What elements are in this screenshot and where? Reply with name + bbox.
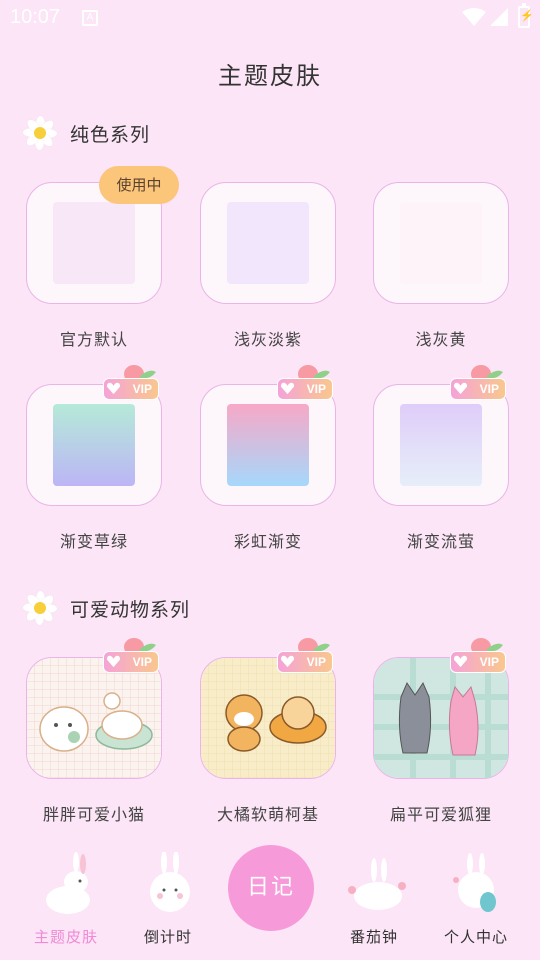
theme-label: 浅灰黄 (415, 330, 467, 349)
nav-item-profile[interactable]: 个人中心 (422, 840, 530, 960)
signal-icon (490, 8, 508, 26)
nav-item-countdown[interactable]: 倒计时 (114, 840, 222, 960)
nav-item-pomodoro[interactable]: 番茄钟 (320, 840, 428, 960)
daisy-icon (22, 590, 58, 626)
status-time: 10:07 (10, 6, 61, 28)
wifi-icon (462, 8, 486, 26)
theme-card-light-gray-yellow[interactable] (373, 182, 511, 306)
diary-button[interactable]: 日记 (228, 845, 314, 931)
theme-label: 胖胖可爱小猫 (42, 805, 145, 824)
vip-badge: VIP (102, 364, 162, 406)
heart-icon (453, 382, 468, 395)
theme-card-flat-foxes[interactable]: VIP (373, 638, 511, 781)
section-header-animals: 可爱动物系列 (22, 588, 190, 628)
section-header-solid: 纯色系列 (22, 113, 150, 153)
theme-label: 扁平可爱狐狸 (389, 805, 492, 824)
notification-icon: A (82, 10, 98, 26)
theme-card-light-gray-purple[interactable] (200, 182, 338, 306)
nav-label: 倒计时 (143, 928, 192, 946)
rabbit-icon (453, 853, 496, 912)
theme-label: 彩虹渐变 (233, 532, 302, 551)
theme-label: 浅灰淡紫 (233, 330, 302, 349)
theme-card-rainbow-gradient[interactable]: VIP (200, 365, 338, 508)
heart-icon (106, 655, 121, 668)
theme-label: 渐变流萤 (406, 532, 475, 551)
heart-icon (106, 382, 121, 395)
battery-icon: ⚡ (518, 3, 534, 28)
vip-badge: VIP (449, 364, 509, 406)
nav-label: 主题皮肤 (33, 928, 98, 946)
status-bar: 10:07 A ⚡ (0, 0, 540, 36)
vip-badge: VIP (276, 364, 336, 406)
page-title: 主题皮肤 (218, 62, 322, 90)
color-swatch (227, 202, 309, 284)
nav-item-theme-skin[interactable]: 主题皮肤 (12, 840, 120, 960)
daisy-center (34, 127, 46, 139)
vip-badge: VIP (276, 637, 336, 679)
color-swatch (400, 404, 482, 486)
heart-icon (280, 655, 295, 668)
rabbit-icon (348, 858, 406, 910)
color-swatch (53, 202, 135, 284)
daisy-center (34, 602, 46, 614)
theme-label: 大橘软萌柯基 (216, 805, 319, 824)
theme-card-gradient-green[interactable]: VIP (26, 365, 164, 508)
vip-badge: VIP (449, 637, 509, 679)
nav-label: 番茄钟 (349, 928, 398, 946)
rabbit-icon (46, 852, 90, 914)
section-title: 可爱动物系列 (70, 598, 191, 621)
color-swatch (400, 202, 482, 284)
rabbit-icon (150, 852, 190, 912)
theme-card-shiba-corgi[interactable]: VIP (200, 638, 338, 781)
heart-icon (453, 655, 468, 668)
theme-label: 官方默认 (59, 330, 128, 349)
bottom-nav: 主题皮肤 倒计时 日记 番茄钟 个人中心 (0, 840, 540, 960)
nav-label: 个人中心 (443, 928, 508, 946)
color-swatch (227, 404, 309, 486)
in-use-badge: 使用中 (99, 166, 179, 204)
color-swatch (53, 404, 135, 486)
theme-label: 渐变草绿 (59, 532, 128, 551)
theme-card-gradient-firefly[interactable]: VIP (373, 365, 511, 508)
heart-icon (280, 382, 295, 395)
vip-badge: VIP (102, 637, 162, 679)
theme-card-chubby-cats[interactable]: VIP (26, 638, 164, 781)
theme-card-official-default[interactable]: 使用中 (26, 166, 179, 306)
section-title: 纯色系列 (70, 123, 151, 146)
daisy-icon (22, 115, 58, 151)
